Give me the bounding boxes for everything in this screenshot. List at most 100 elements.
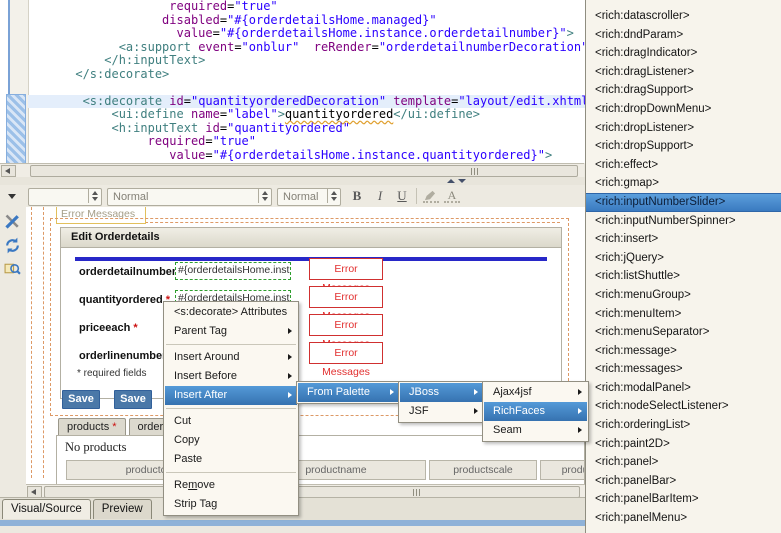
save-button[interactable]: Save: [114, 390, 152, 409]
code-line[interactable]: value="#{orderdetailsHome.instance.order…: [28, 27, 585, 41]
tag-list-item[interactable]: <rich:paint2D>: [586, 435, 781, 454]
tag-list-item[interactable]: <rich:message>: [586, 342, 781, 361]
submenu-arrow-icon: [474, 389, 478, 395]
code-line[interactable]: disabled="#{orderdetailsHome.managed}": [28, 14, 585, 28]
menu-item-parent-tag[interactable]: Parent Tag: [165, 322, 297, 341]
error-messages-box[interactable]: Error Messages: [309, 342, 383, 364]
toolbar-menu-caret-icon[interactable]: [8, 194, 16, 199]
menu-item-richfaces[interactable]: RichFaces: [484, 402, 587, 421]
menu-item-strip-tag[interactable]: Strip Tag: [165, 495, 297, 514]
editor-tab-preview[interactable]: Preview: [93, 499, 152, 519]
menu-item-cut[interactable]: Cut: [165, 412, 297, 431]
relation-tab-products[interactable]: products *: [58, 418, 126, 436]
tag-list-item[interactable]: <rich:dropSupport>: [586, 137, 781, 156]
tag-list-item[interactable]: <rich:inputNumberSpinner>: [586, 212, 781, 231]
tag-list-item[interactable]: <rich:dragSupport>: [586, 81, 781, 100]
menu-item-insert-before[interactable]: Insert Before: [165, 367, 297, 386]
code-line[interactable]: required="true": [28, 135, 585, 149]
menu-item-seam[interactable]: Seam: [484, 421, 587, 440]
tag-list-item[interactable]: <rich:modalPanel>: [586, 379, 781, 398]
menu-item-jboss[interactable]: JBoss: [400, 383, 483, 402]
tag-list-item[interactable]: <rich:datascroller>: [586, 7, 781, 26]
refresh-icon[interactable]: [4, 237, 21, 254]
tag-list-item[interactable]: <rich:inputNumberSlider>: [586, 193, 781, 212]
tag-list-item[interactable]: <rich:dragListener>: [586, 63, 781, 82]
table-header-cell[interactable]: productscale: [429, 460, 537, 480]
highlight-color-icon[interactable]: [423, 188, 439, 203]
combo-spinner-icon[interactable]: [327, 189, 340, 203]
submenu-arrow-icon: [578, 389, 582, 395]
splitter-up-icon[interactable]: [447, 179, 455, 183]
tag-list-item[interactable]: <rich:menuItem>: [586, 305, 781, 324]
form-row: orderdetailnumber *#{orderdetailsHome.in…: [61, 264, 561, 284]
code-line[interactable]: </h:inputText>: [28, 54, 585, 68]
error-messages-box[interactable]: Error Messages: [309, 286, 383, 308]
code-line[interactable]: <ui:define name="label">quantityordered<…: [28, 108, 585, 122]
error-messages-box[interactable]: Error Messages: [309, 258, 383, 280]
italic-button[interactable]: I: [371, 188, 389, 204]
form-input[interactable]: #{orderdetailsHome.instar: [175, 262, 291, 280]
menu-item-copy[interactable]: Copy: [165, 431, 297, 450]
menu-item-s-decorate-attributes[interactable]: <s:decorate> Attributes: [165, 303, 297, 322]
tag-list-item[interactable]: <rich:panelMenu>: [586, 509, 781, 528]
font-color-icon[interactable]: A: [444, 188, 460, 203]
menu-item-ajax4jsf[interactable]: Ajax4jsf: [484, 383, 587, 402]
error-messages-box[interactable]: Error Messages: [309, 314, 383, 336]
scroll-left-icon[interactable]: [27, 486, 42, 497]
window-accent-strip: [0, 520, 585, 526]
underline-button[interactable]: U: [393, 188, 411, 204]
scroll-left-icon[interactable]: [1, 165, 16, 177]
source-editor[interactable]: required="true" disabled="#{orderdetails…: [0, 0, 586, 163]
code-line[interactable]: <a:support event="onblur" reRender="orde…: [28, 41, 585, 55]
tag-list-item[interactable]: <rich:orderingList>: [586, 416, 781, 435]
code-line[interactable]: </s:decorate>: [28, 68, 585, 82]
tag-list-item[interactable]: <rich:dropDownMenu>: [586, 100, 781, 119]
menu-item-insert-after[interactable]: Insert After: [165, 386, 297, 405]
code-line[interactable]: <h:inputText id="quantityordered": [28, 122, 585, 136]
splitter-down-icon[interactable]: [458, 179, 466, 183]
menu-item-paste[interactable]: Paste: [165, 450, 297, 469]
tag-list-item[interactable]: <rich:panelBar>: [586, 472, 781, 491]
design-canvas: Error Messages Edit Orderdetails orderde…: [26, 207, 585, 497]
scroll-thumb[interactable]: [44, 486, 580, 497]
menu-item-remove[interactable]: Remove: [165, 476, 297, 495]
tag-list-item[interactable]: <rich:menuSeparator>: [586, 323, 781, 342]
tag-list-item[interactable]: <rich:nodeSelectListener>: [586, 397, 781, 416]
scroll-thumb[interactable]: [30, 165, 578, 177]
table-header-cell[interactable]: produ: [540, 460, 585, 480]
tag-list-item[interactable]: <rich:insert>: [586, 230, 781, 249]
menu-item-from-palette[interactable]: From Palette: [298, 383, 399, 402]
tag-list-item[interactable]: <rich:dropListener>: [586, 119, 781, 138]
tag-list-item[interactable]: <rich:messages>: [586, 360, 781, 379]
preferences-tools-icon[interactable]: [4, 213, 21, 230]
tag-list-item[interactable]: <rich:gmap>: [586, 174, 781, 193]
canvas-hscrollbar[interactable]: [26, 484, 585, 497]
tag-list-item[interactable]: <rich:menuGroup>: [586, 286, 781, 305]
tag-list-item[interactable]: <rich:jQuery>: [586, 249, 781, 268]
style-class-combo[interactable]: [28, 188, 102, 206]
menu-item-insert-around[interactable]: Insert Around: [165, 348, 297, 367]
tag-list-item[interactable]: <rich:panel>: [586, 453, 781, 472]
menu-item-jsf[interactable]: JSF: [400, 402, 483, 421]
tag-list-item[interactable]: <rich:listShuttle>: [586, 267, 781, 286]
form-row: quantityordered *#{orderdetailsHome.inst…: [61, 292, 561, 312]
code-line[interactable]: value="#{orderdetailsHome.instance.quant…: [28, 149, 585, 163]
paragraph-combo[interactable]: Normal: [107, 188, 272, 206]
combo-spinner-icon[interactable]: [88, 189, 101, 203]
editor-tab-visual-source[interactable]: Visual/Source: [2, 499, 91, 519]
tag-list-item[interactable]: <rich:effect>: [586, 156, 781, 175]
select-element-icon[interactable]: [4, 260, 21, 277]
tag-list-item[interactable]: <rich:dragIndicator>: [586, 44, 781, 63]
menu-separator: [166, 344, 296, 345]
code-lines[interactable]: required="true" disabled="#{orderdetails…: [28, 0, 585, 163]
bold-button[interactable]: B: [348, 188, 366, 204]
ide-window: required="true" disabled="#{orderdetails…: [0, 0, 781, 533]
tag-list-item[interactable]: <rich:dndParam>: [586, 26, 781, 45]
tag-list-item[interactable]: <rich:panelBarItem>: [586, 490, 781, 509]
code-line[interactable]: [28, 81, 585, 95]
code-line[interactable]: <s:decorate id="quantityorderedDecoratio…: [28, 95, 585, 109]
save-button[interactable]: Save: [62, 390, 100, 409]
combo-spinner-icon[interactable]: [258, 189, 271, 203]
font-combo[interactable]: Normal: [277, 188, 341, 206]
code-line[interactable]: required="true": [28, 0, 585, 14]
